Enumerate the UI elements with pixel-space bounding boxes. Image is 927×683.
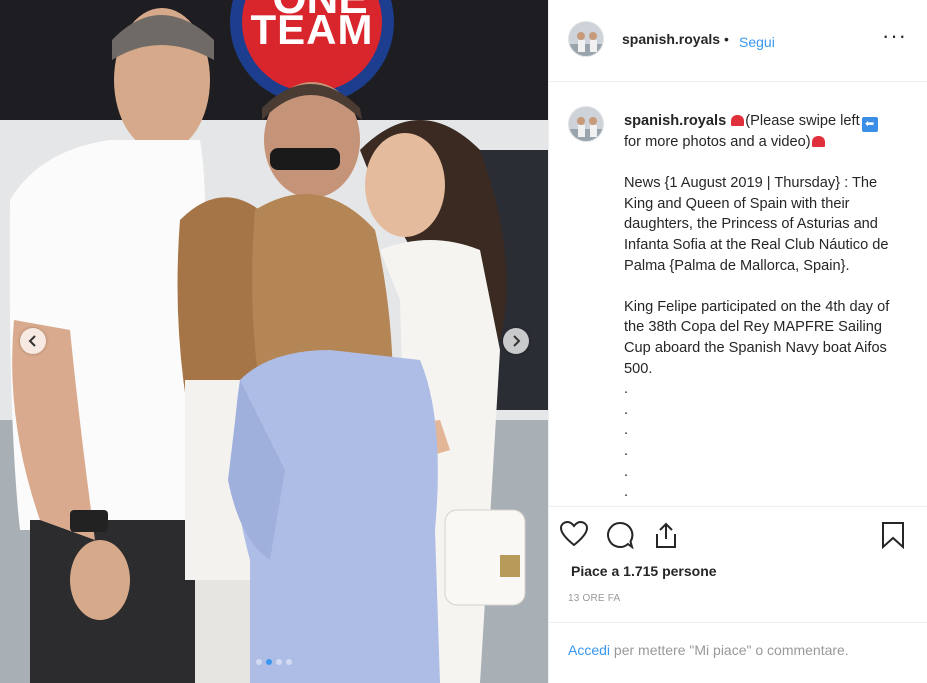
siren-emoji-icon (731, 115, 745, 126)
login-prompt: Accedi per mettere "Mi piace" o commenta… (549, 622, 927, 683)
avatar-image-icon (569, 107, 603, 141)
more-options-icon[interactable]: ··· (882, 25, 907, 47)
next-photo-button[interactable] (503, 328, 529, 354)
login-link[interactable]: Accedi (568, 642, 610, 658)
caption-text: spanish.royals (Please swipe left ⬅ for m… (624, 111, 906, 503)
share-icon[interactable] (652, 521, 680, 549)
login-rest-text: per mettere "Mi piace" o commentare. (610, 642, 849, 658)
photo-scene (0, 0, 548, 683)
carousel-dot (276, 659, 282, 665)
post-actions: Piace a 1.715 persone 13 ORE FA (549, 506, 927, 622)
post-header: spanish.royals • Segui ··· (549, 0, 927, 82)
left-arrow-emoji-icon: ⬅ (861, 117, 878, 132)
carousel-dot (286, 659, 292, 665)
login-text: Accedi per mettere "Mi piace" o commenta… (568, 642, 849, 658)
caption-intro: (Please swipe left (745, 113, 860, 129)
header-separator: • (724, 31, 729, 47)
caption-avatar[interactable] (568, 106, 604, 142)
post-photo[interactable]: ONE TEAM (0, 0, 548, 683)
follow-button[interactable]: Segui (739, 34, 775, 50)
caption-intro-2: for more photos and a video) (624, 134, 811, 150)
siren-emoji-icon (811, 136, 825, 147)
post-timestamp[interactable]: 13 ORE FA (568, 593, 620, 604)
post-side-panel: spanish.royals • Segui ··· spanish.royal… (548, 0, 927, 683)
banner-team-text: TEAM (250, 6, 374, 53)
comment-icon[interactable] (606, 521, 634, 549)
avatar-image-icon (569, 22, 603, 56)
heart-icon[interactable] (560, 521, 588, 547)
caption-username-link[interactable]: spanish.royals (624, 113, 726, 129)
likes-count[interactable]: Piace a 1.715 persone (571, 563, 717, 579)
chevron-right-icon (513, 335, 521, 347)
carousel-dot (256, 659, 262, 665)
caption-section: spanish.royals (Please swipe left ⬅ for m… (549, 82, 927, 506)
caption-body: News {1 August 2019 | Thursday} : The Ki… (624, 175, 890, 501)
chevron-left-icon (28, 335, 36, 347)
avatar[interactable] (568, 21, 604, 57)
bookmark-icon[interactable] (881, 521, 905, 549)
previous-photo-button[interactable] (20, 328, 46, 354)
header-username-link[interactable]: spanish.royals (622, 31, 720, 47)
carousel-indicator (0, 659, 548, 665)
carousel-dot-active (266, 659, 272, 665)
